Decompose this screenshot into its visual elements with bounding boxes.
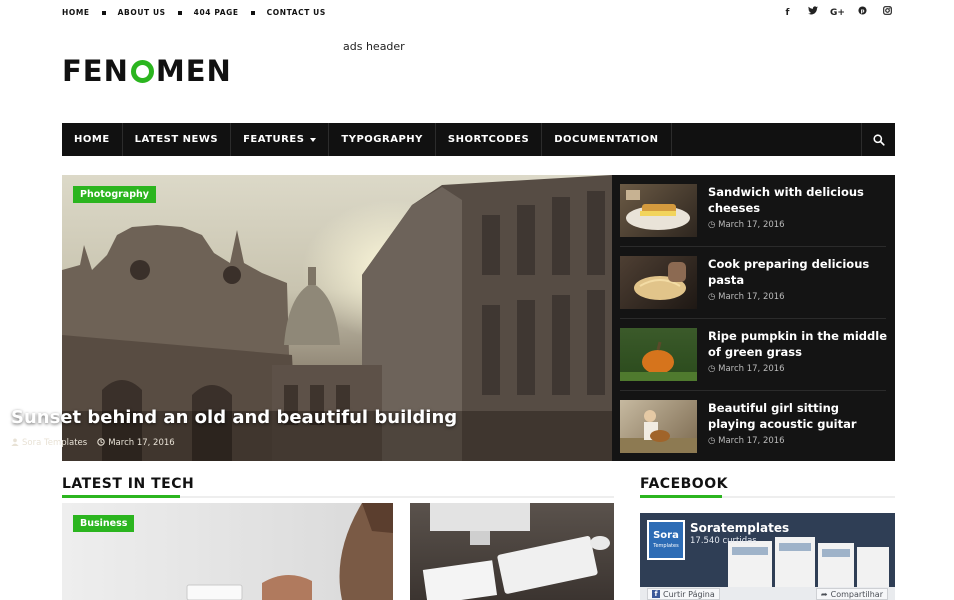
clock-icon — [97, 438, 105, 446]
post-title[interactable]: Sandwich with delicious cheeses — [708, 184, 888, 216]
facebook-f-icon: f — [652, 590, 660, 598]
pumpkin-image — [620, 341, 697, 381]
logo-text-left: FEN — [62, 54, 129, 88]
tech-post-image-2[interactable] — [410, 503, 614, 600]
facebook-likes: 17.540 curtidas — [690, 536, 757, 546]
post-date: ◷ March 17, 2016 — [708, 220, 785, 230]
side-post-list: Sandwich with delicious cheeses ◷ March … — [612, 175, 895, 461]
top-link-404[interactable]: 404 PAGE — [194, 8, 239, 17]
nav-item-latest-news[interactable]: LATEST NEWS — [123, 123, 232, 156]
top-link-about[interactable]: ABOUT US — [118, 8, 166, 17]
chevron-down-icon — [310, 137, 317, 142]
post-thumbnail[interactable] — [620, 184, 697, 237]
facebook-share-button[interactable]: ➦ Compartilhar — [815, 588, 888, 600]
section-divider-accent — [62, 495, 180, 498]
nav-item-label: HOME — [74, 134, 110, 145]
post-date: ◷ March 17, 2016 — [708, 364, 785, 374]
google-plus-icon[interactable]: G+ — [830, 6, 845, 20]
section-title-facebook: FACEBOOK — [640, 476, 728, 492]
side-post[interactable]: Cook preparing delicious pasta ◷ March 1… — [620, 247, 886, 319]
post-date: ◷ March 17, 2016 — [708, 292, 785, 302]
top-link-separator — [177, 10, 182, 15]
post-title[interactable]: Cook preparing delicious pasta — [708, 256, 888, 288]
author-name: Sora Templates — [22, 438, 88, 448]
nav-item-label: DOCUMENTATION — [554, 134, 659, 145]
tech-post-image-1[interactable]: Business — [62, 503, 393, 600]
author: Sora Templates — [11, 438, 87, 448]
main-nav: HOME LATEST NEWS FEATURES TYPOGRAPHY SHO… — [62, 123, 895, 156]
sora-logo: Sora Templates — [647, 520, 685, 560]
facebook-widget[interactable]: Sora Templates Soratemplates 17.540 curt… — [640, 513, 895, 600]
post-date: ◷ March 17, 2016 — [708, 436, 785, 446]
facebook-page-name[interactable]: Soratemplates — [690, 521, 789, 535]
desk-keyboard-image — [422, 503, 610, 600]
nav-item-typography[interactable]: TYPOGRAPHY — [329, 123, 436, 156]
top-link-separator — [101, 10, 106, 15]
date-text: March 17, 2016 — [718, 436, 785, 446]
date-text: March 17, 2016 — [718, 364, 785, 374]
instagram-icon[interactable] — [880, 6, 895, 20]
date-text: March 17, 2016 — [108, 438, 175, 448]
clock-icon: ◷ — [708, 364, 719, 374]
pinterest-icon[interactable]: p — [855, 6, 870, 20]
post-thumbnail[interactable] — [620, 328, 697, 381]
post-date: March 17, 2016 — [97, 438, 175, 448]
nav-item-label: SHORTCODES — [447, 134, 530, 145]
search-button[interactable] — [861, 123, 895, 156]
clock-icon: ◷ — [708, 436, 719, 446]
side-post[interactable]: Beautiful girl sitting playing acoustic … — [620, 391, 886, 463]
search-icon — [872, 133, 885, 146]
logo-top-text: Sora — [653, 530, 679, 541]
site-logo[interactable]: FEN MEN — [62, 54, 232, 88]
date-text: March 17, 2016 — [718, 292, 785, 302]
featured-title[interactable]: Sunset behind an old and beautiful build… — [11, 407, 457, 428]
top-links: HOME ABOUT US 404 PAGE CONTACT US — [62, 8, 326, 17]
post-thumbnail[interactable] — [620, 400, 697, 453]
featured-meta: Sora Templates March 17, 2016 — [11, 438, 175, 448]
svg-text:p: p — [861, 9, 865, 15]
nav-item-label: TYPOGRAPHY — [341, 134, 423, 145]
top-bar: HOME ABOUT US 404 PAGE CONTACT US f G+ p — [62, 0, 895, 26]
date-text: March 17, 2016 — [718, 220, 785, 230]
twitter-icon[interactable] — [805, 6, 820, 20]
user-icon — [11, 438, 19, 446]
nav-item-label: LATEST NEWS — [134, 134, 219, 145]
clock-icon: ◷ — [708, 220, 719, 230]
post-thumbnail[interactable] — [620, 256, 697, 309]
facebook-like-button[interactable]: f Curtir Página — [647, 588, 720, 600]
clock-icon: ◷ — [708, 292, 719, 302]
social-icons: f G+ p — [780, 6, 895, 20]
like-button-label: Curtir Página — [663, 589, 715, 599]
logo-o-ring — [130, 59, 154, 83]
pasta-image — [634, 262, 686, 300]
logo-bottom-text: Templates — [653, 543, 679, 549]
category-badge[interactable]: Photography — [73, 186, 156, 203]
nav-item-documentation[interactable]: DOCUMENTATION — [542, 123, 672, 156]
section-title-latest-tech: LATEST IN TECH — [62, 476, 195, 492]
ads-header: ads header — [343, 40, 405, 53]
top-link-separator — [250, 10, 255, 15]
top-link-home[interactable]: HOME — [62, 8, 90, 17]
section-divider-accent — [640, 495, 722, 498]
share-icon: ➦ — [820, 589, 828, 599]
post-title[interactable]: Beautiful girl sitting playing acoustic … — [708, 400, 888, 432]
nav-item-shortcodes[interactable]: SHORTCODES — [436, 123, 543, 156]
logo-text-right: MEN — [155, 54, 232, 88]
category-badge[interactable]: Business — [73, 515, 135, 532]
guitar-girl-image — [620, 410, 697, 453]
sandwich-image — [626, 190, 690, 230]
nav-item-home[interactable]: HOME — [62, 123, 123, 156]
post-title[interactable]: Ripe pumpkin in the middle of green gras… — [708, 328, 888, 360]
nav-item-label: FEATURES — [243, 134, 305, 145]
side-post[interactable]: Sandwich with delicious cheeses ◷ March … — [620, 175, 886, 247]
top-link-contact[interactable]: CONTACT US — [267, 8, 326, 17]
nav-item-features[interactable]: FEATURES — [231, 123, 330, 156]
facebook-icon[interactable]: f — [780, 6, 795, 20]
share-button-label: Compartilhar — [830, 589, 883, 599]
side-post[interactable]: Ripe pumpkin in the middle of green gras… — [620, 319, 888, 391]
